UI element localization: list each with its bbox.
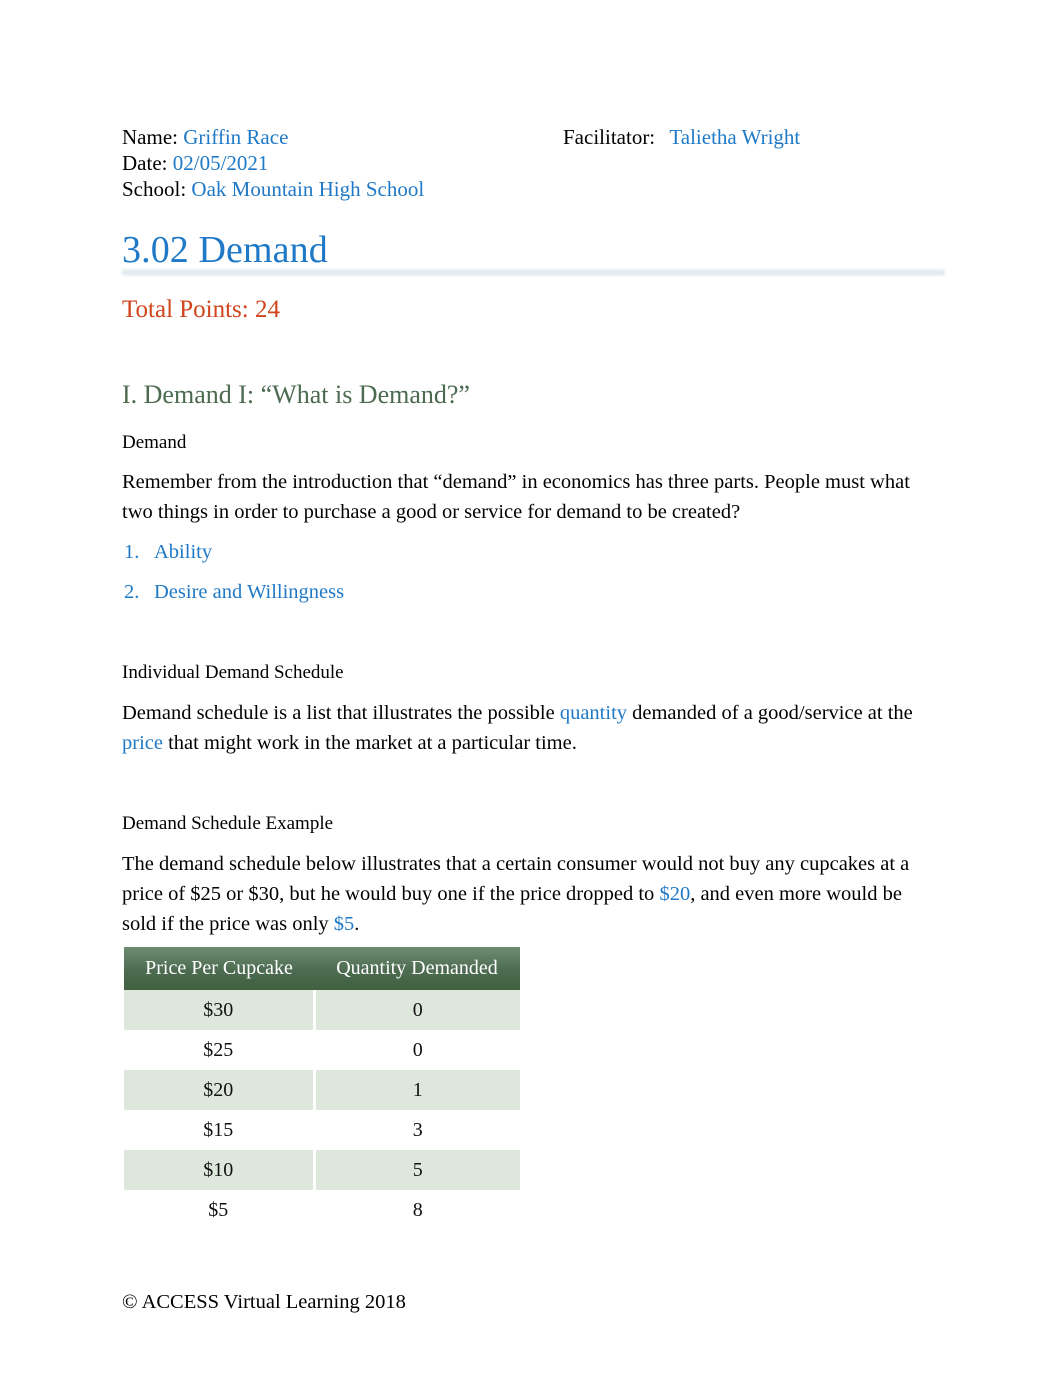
subhead-demand: Demand [122, 432, 187, 453]
example-paragraph: The demand schedule below illustrates th… [122, 849, 934, 939]
answer-item-2[interactable]: 2. Desire and Willingness [124, 578, 344, 606]
schedule-def-text-a: Demand schedule is a list that illustrat… [122, 702, 560, 724]
answer-2-number: 2. [124, 581, 140, 603]
table-body: $30 0 $25 0 $20 1 $15 3 $10 5 $5 8 [124, 990, 520, 1230]
schedule-def-text-b: demanded of a good/service at the [627, 702, 913, 724]
cell-quantity: 3 [314, 1110, 520, 1150]
document-page: Name: Griffin Race Facilitator: Talietha… [0, 0, 1062, 1377]
answer-1-text[interactable]: Ability [154, 541, 212, 563]
cell-quantity: 0 [314, 1030, 520, 1070]
document-meta-block: Name: Griffin Race Facilitator: Talietha… [122, 124, 942, 202]
school-value[interactable]: Oak Mountain High School [191, 177, 424, 201]
table-header-row: Price Per Cupcake Quantity Demanded [124, 947, 520, 990]
demand-schedule-table: Price Per Cupcake Quantity Demanded $30 … [124, 947, 520, 1230]
answer-1-number: 1. [124, 541, 140, 563]
example-fill-twenty[interactable]: $20 [659, 883, 690, 905]
demand-schedule-table-wrapper: Price Per Cupcake Quantity Demanded $30 … [124, 947, 520, 1230]
cell-quantity: 0 [314, 990, 520, 1030]
cell-price: $30 [124, 990, 316, 1030]
schedule-def-fill-quantity[interactable]: quantity [560, 702, 627, 724]
meta-row-school: School: Oak Mountain High School [122, 176, 942, 202]
facilitator-value[interactable]: Talietha Wright [669, 125, 800, 149]
table-row: $30 0 [124, 990, 520, 1030]
section-heading-demand-i: I. Demand I: “What is Demand?” [122, 380, 470, 409]
column-header-quantity: Quantity Demanded [314, 947, 520, 990]
example-text-c: . [354, 913, 360, 935]
facilitator-group: Facilitator: Talietha Wright [563, 124, 800, 150]
total-points: Total Points: 24 [122, 296, 280, 323]
table-row: $25 0 [124, 1030, 520, 1070]
schedule-def-fill-price[interactable]: price [122, 732, 163, 754]
cell-price: $10 [124, 1150, 316, 1190]
question-paragraph: Remember from the introduction that “dem… [122, 471, 910, 523]
cell-quantity: 5 [314, 1150, 520, 1190]
copyright-footer: © ACCESS Virtual Learning 2018 [122, 1291, 406, 1313]
meta-row-date: Date: 02/05/2021 [122, 150, 942, 176]
name-label: Name: [122, 125, 178, 149]
date-label: Date: [122, 151, 168, 175]
subhead-individual-demand-schedule: Individual Demand Schedule [122, 662, 344, 683]
schedule-definition-paragraph: Demand schedule is a list that illustrat… [122, 698, 934, 758]
cell-quantity: 1 [314, 1070, 520, 1110]
facilitator-label: Facilitator: [563, 125, 656, 149]
table-row: $15 3 [124, 1110, 520, 1150]
answer-2-text[interactable]: Desire and Willingness [154, 581, 344, 603]
title-divider [122, 268, 945, 277]
table-row: $5 8 [124, 1190, 520, 1230]
cell-price: $15 [124, 1110, 316, 1150]
answer-item-1[interactable]: 1. Ability [124, 538, 212, 566]
date-value[interactable]: 02/05/2021 [173, 151, 269, 175]
cell-price: $25 [124, 1030, 316, 1070]
schedule-def-text-c: that might work in the market at a parti… [162, 732, 577, 754]
table-row: $20 1 [124, 1070, 520, 1110]
column-header-price: Price Per Cupcake [124, 947, 314, 990]
table-row: $10 5 [124, 1150, 520, 1190]
cell-quantity: 8 [314, 1190, 520, 1230]
meta-row-name: Name: Griffin Race Facilitator: Talietha… [122, 124, 942, 150]
cell-price: $5 [124, 1190, 316, 1230]
cell-price: $20 [124, 1070, 316, 1110]
page-title: 3.02 Demand [122, 229, 328, 271]
example-fill-five[interactable]: $5 [334, 913, 355, 935]
subhead-demand-schedule-example: Demand Schedule Example [122, 813, 334, 834]
name-value[interactable]: Griffin Race [183, 125, 288, 149]
school-label: School: [122, 177, 187, 201]
table-head: Price Per Cupcake Quantity Demanded [124, 947, 520, 990]
